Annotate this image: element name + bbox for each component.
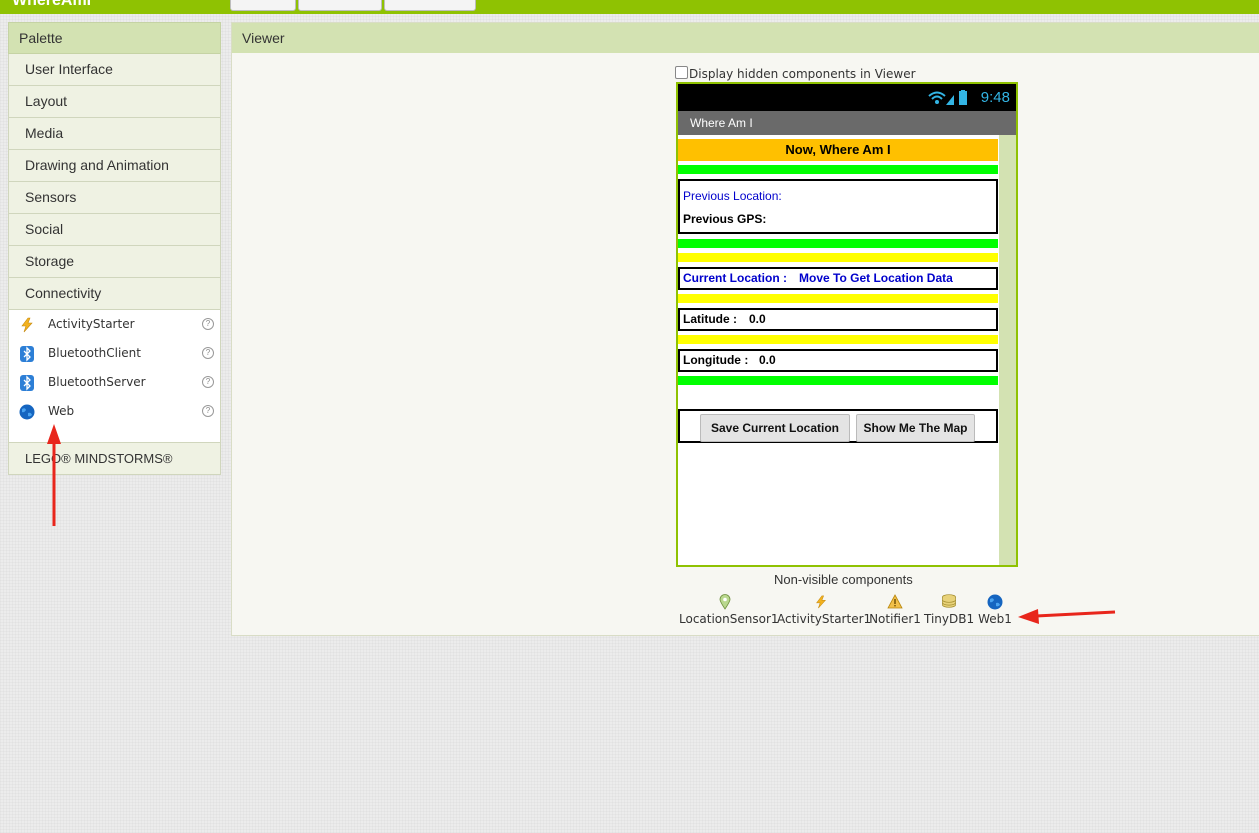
- annotation-arrows: [47, 424, 1116, 624]
- red-arrow-left-icon: [1018, 609, 1116, 624]
- red-arrow-up-icon: [47, 424, 61, 526]
